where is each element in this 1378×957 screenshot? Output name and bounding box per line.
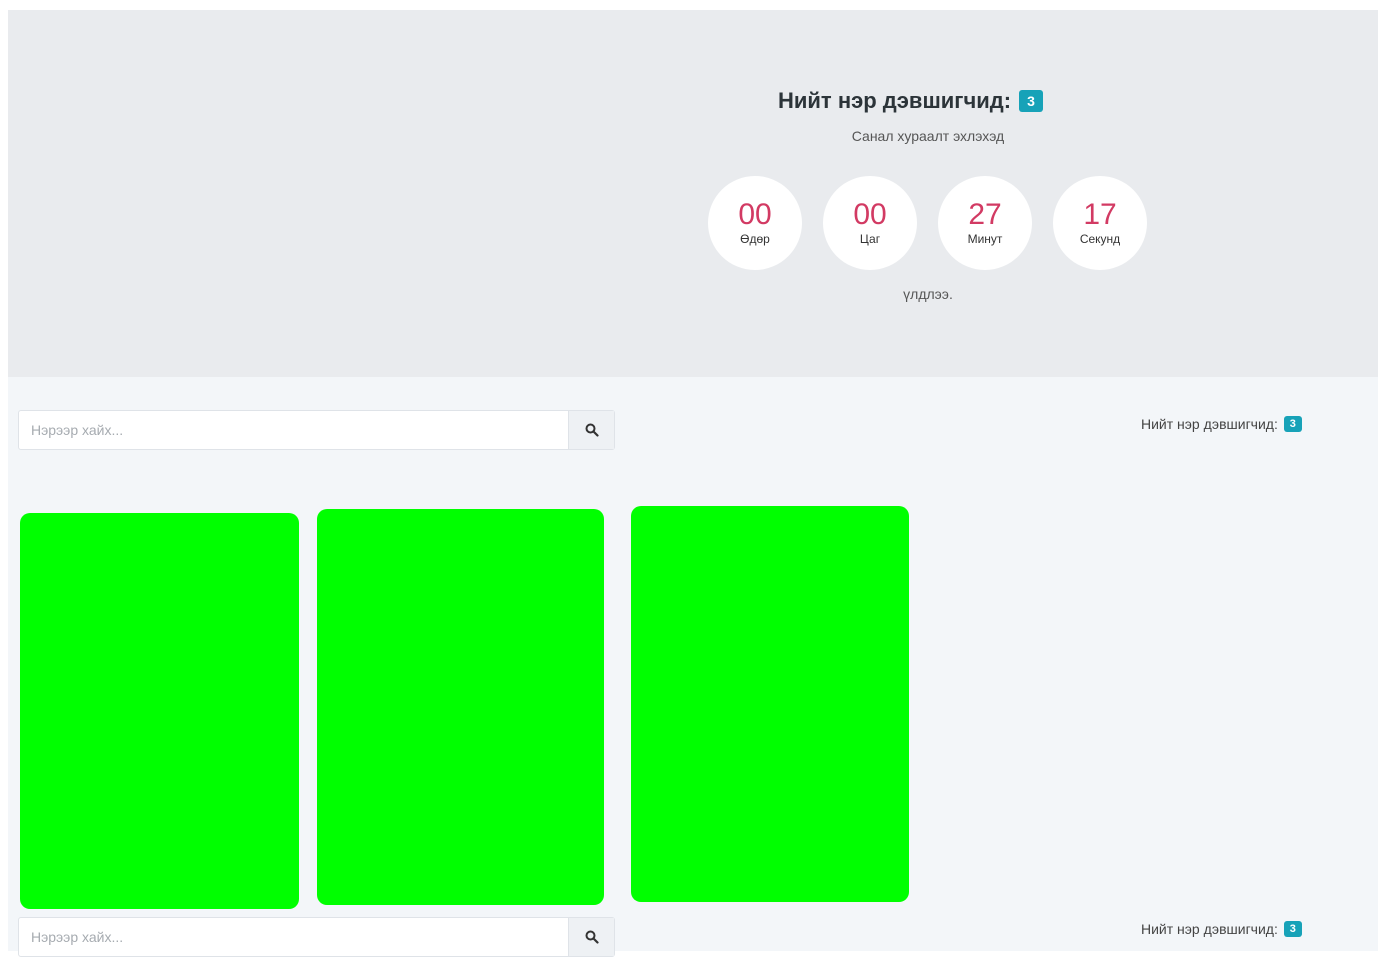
countdown-days-value: 00 (738, 198, 772, 231)
hero-title: Нийт нэр дэвшигчид: 3 (778, 88, 1044, 114)
countdown-seconds-value: 17 (1083, 198, 1117, 231)
search-input-bottom[interactable] (19, 918, 569, 956)
countdown-days-label: Өдөр (740, 232, 770, 246)
countdown-seconds-label: Секунд (1079, 232, 1121, 246)
candidate-card[interactable] (317, 509, 604, 905)
countdown-hours-label: Цаг (859, 232, 881, 246)
candidate-count-bottom: Нийт нэр дэвшигчид: 3 (1141, 921, 1302, 937)
candidate-count: Нийт нэр дэвшигчид: 3 (1141, 416, 1302, 432)
hero-title-text: Нийт нэр дэвшигчид: (778, 88, 1012, 113)
search-icon (585, 930, 599, 944)
countdown-timer: 00 Өдөр 00 Цаг 27 Минут 17 Секунд (708, 176, 1147, 270)
hero-subtitle: Санал хураалт эхлэхэд (851, 128, 1005, 144)
search-icon (585, 423, 599, 437)
candidates-section: Нийт нэр дэвшигчид: 3 Нийт нэр дэвшигчид… (8, 377, 1378, 957)
candidate-count-badge-bottom: 3 (1283, 921, 1302, 937)
countdown-hero: Нийт нэр дэвшигчид: 3 Санал хураалт эхлэ… (8, 10, 1378, 377)
candidate-card[interactable] (20, 513, 299, 909)
candidate-count-label: Нийт нэр дэвшигчид: (1141, 416, 1278, 432)
countdown-days: 00 Өдөр (708, 176, 802, 270)
candidate-card[interactable] (631, 506, 909, 902)
countdown-minutes-value: 27 (968, 198, 1002, 231)
search-input[interactable] (19, 411, 569, 449)
countdown-seconds: 17 Секунд (1053, 176, 1147, 270)
candidate-count-badge-small: 3 (1283, 416, 1302, 432)
search-button[interactable] (568, 411, 614, 449)
countdown-minutes: 27 Минут (938, 176, 1032, 270)
search-bar (18, 410, 615, 450)
candidate-count-label-bottom: Нийт нэр дэвшигчид: (1141, 921, 1278, 937)
search-bar-bottom (18, 917, 615, 957)
countdown-hours-value: 00 (853, 198, 887, 231)
countdown-hours: 00 Цаг (823, 176, 917, 270)
candidate-count-badge: 3 (1019, 90, 1044, 112)
countdown-suffix: үлдлээ. (903, 286, 953, 302)
search-button-bottom[interactable] (568, 918, 614, 956)
countdown-minutes-label: Минут (967, 232, 1003, 246)
